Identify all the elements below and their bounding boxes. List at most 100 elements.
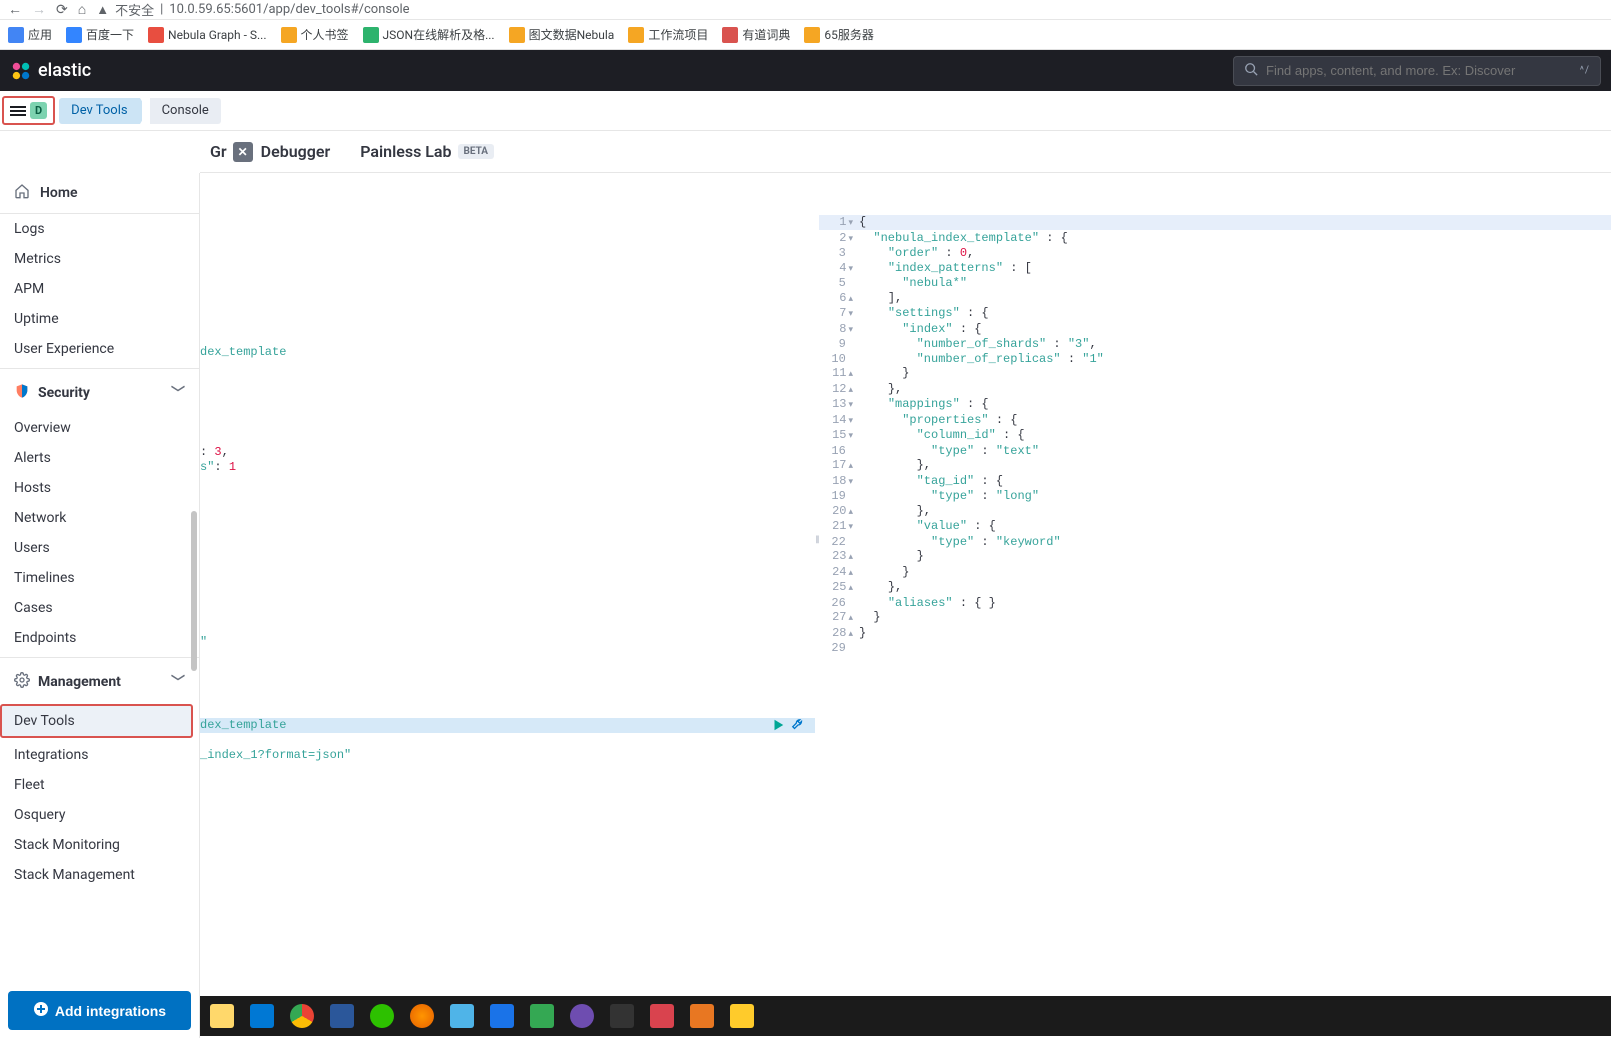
breadcrumb-console[interactable]: Console	[150, 98, 221, 124]
code-content: }	[859, 549, 1611, 565]
sidebar-item[interactable]: APM	[0, 274, 199, 304]
sidebar-item[interactable]: Logs	[0, 214, 199, 244]
back-icon[interactable]: ←	[8, 1, 22, 18]
word-icon[interactable]	[324, 998, 360, 1034]
breadcrumb-devtools[interactable]: Dev Tools	[59, 98, 139, 124]
app-icon[interactable]	[564, 998, 600, 1034]
line-number: 23▴	[819, 549, 859, 565]
sidebar-item[interactable]: Alerts	[0, 443, 199, 473]
wechat-icon[interactable]	[364, 998, 400, 1034]
sidebar-item[interactable]: Osquery	[0, 800, 199, 830]
deployment-badge[interactable]: D	[30, 102, 47, 119]
firefox-icon[interactable]	[404, 998, 440, 1034]
forward-icon[interactable]: →	[32, 1, 46, 18]
kbd-hint: ^/	[1580, 65, 1590, 76]
sidebar-item[interactable]: Overview	[0, 413, 199, 443]
bookmark-item[interactable]: 65服务器	[804, 26, 874, 43]
code-line: 10 "number_of_replicas" : "1"	[819, 352, 1611, 367]
sidebar-item[interactable]: Metrics	[0, 244, 199, 274]
request-editor[interactable]: dex_template : 3, s": 1 " dex_template _…	[200, 215, 815, 1038]
line-number: 21▾	[819, 519, 859, 535]
code-content: {	[859, 215, 1611, 231]
code-content: "type" : "keyword"	[859, 535, 1611, 550]
bookmark-item[interactable]: 个人书签	[281, 26, 349, 43]
taskbar	[0, 996, 1611, 1036]
play-icon[interactable]	[771, 718, 785, 736]
bookmark-item[interactable]: 百度一下	[66, 26, 134, 43]
wrench-icon[interactable]	[791, 718, 805, 736]
management-label: Management	[38, 674, 121, 690]
sidebar-scrollbar[interactable]	[191, 193, 199, 988]
sidebar-item[interactable]: Endpoints	[0, 623, 199, 653]
sidebar-item[interactable]: Stack Monitoring	[0, 830, 199, 860]
app-icon[interactable]	[724, 998, 760, 1034]
sidebar-item[interactable]: Cases	[0, 593, 199, 623]
calendar-icon[interactable]	[244, 998, 280, 1034]
bookmark-item[interactable]: 图文数据Nebula	[509, 26, 615, 43]
sidebar-security-header[interactable]: Security ﹀	[0, 373, 199, 413]
bookmark-item[interactable]: 工作流项目	[628, 26, 708, 43]
code-content: ],	[859, 291, 1611, 307]
code-line: 28▴}	[819, 626, 1611, 642]
line-number: 1▾	[819, 215, 859, 231]
code-content: "tag_id" : {	[859, 474, 1611, 490]
home-label: Home	[40, 185, 78, 201]
sidebar-item[interactable]: User Experience	[0, 334, 199, 364]
app-icon[interactable]	[644, 998, 680, 1034]
code-content: }	[859, 565, 1611, 581]
bookmark-item[interactable]: Nebula Graph - S...	[148, 27, 266, 43]
tab-painless-label: Painless Lab	[360, 142, 451, 161]
sidebar-item[interactable]: Users	[0, 533, 199, 563]
sidebar-management-header[interactable]: Management ﹀	[0, 662, 199, 702]
code-text: "	[200, 635, 207, 649]
bookmark-icon	[628, 27, 644, 43]
dolphin-icon[interactable]	[444, 998, 480, 1034]
code-content: "properties" : {	[859, 413, 1611, 429]
code-content: "index" : {	[859, 322, 1611, 338]
url-bar[interactable]: ▲ 不安全 | 10.0.59.65:5601/app/dev_tools#/c…	[96, 0, 409, 19]
bookmark-item[interactable]: 有道词典	[722, 26, 790, 43]
bookmark-item[interactable]: JSON在线解析及格...	[363, 26, 495, 43]
reload-icon[interactable]: ⟳	[56, 2, 68, 18]
code-text: dex_template	[200, 718, 286, 732]
tab-grok-debugger[interactable]: Gr✕Debugger	[210, 142, 330, 162]
app-icon[interactable]	[684, 998, 720, 1034]
sidebar-item[interactable]: Fleet	[0, 770, 199, 800]
elastic-logo[interactable]: elastic	[10, 60, 91, 82]
response-viewer[interactable]: 1▾{2▾ "nebula_index_template" : {3 "orde…	[819, 215, 1611, 1038]
close-icon[interactable]: ✕	[233, 142, 253, 162]
app-icon[interactable]	[484, 998, 520, 1034]
bookmark-label: 图文数据Nebula	[529, 26, 615, 43]
sidebar-item[interactable]: Uptime	[0, 304, 199, 334]
sidebar-item[interactable]: Stack Management	[0, 860, 199, 890]
app-icon[interactable]	[604, 998, 640, 1034]
code-content: "nebula*"	[859, 276, 1611, 291]
sidebar-item[interactable]: Hosts	[0, 473, 199, 503]
code-line: 26 "aliases" : { }	[819, 596, 1611, 611]
sidebar-item[interactable]: Network	[0, 503, 199, 533]
code-content: "number_of_replicas" : "1"	[859, 352, 1611, 367]
code-content: },	[859, 458, 1611, 474]
global-search[interactable]: ^/	[1233, 56, 1601, 86]
sidebar-home[interactable]: Home	[0, 173, 199, 214]
chrome-icon[interactable]	[284, 998, 320, 1034]
bookmark-item[interactable]: 应用	[8, 26, 52, 43]
code-content: }	[859, 626, 1611, 642]
explorer-icon[interactable]	[204, 998, 240, 1034]
sidebar-item[interactable]: Timelines	[0, 563, 199, 593]
tab-painless-lab[interactable]: Painless Lab BETA	[360, 142, 494, 161]
add-integrations-button[interactable]: Add integrations	[8, 991, 191, 1030]
sidebar-item[interactable]: Integrations	[0, 740, 199, 770]
app-icon[interactable]	[524, 998, 560, 1034]
search-input[interactable]	[1266, 63, 1580, 78]
code-content: "index_patterns" : [	[859, 261, 1611, 277]
home-icon[interactable]: ⌂	[78, 1, 86, 18]
code-line: 14▾ "properties" : {	[819, 413, 1611, 429]
code-line: 2▾ "nebula_index_template" : {	[819, 231, 1611, 247]
security-label: 不安全	[115, 0, 154, 19]
sidebar-item[interactable]: Dev Tools	[0, 704, 193, 738]
code-line: 17▴ },	[819, 458, 1611, 474]
elastic-logo-icon	[10, 60, 32, 82]
hamburger-icon[interactable]	[10, 104, 26, 118]
code-content: },	[859, 580, 1611, 596]
